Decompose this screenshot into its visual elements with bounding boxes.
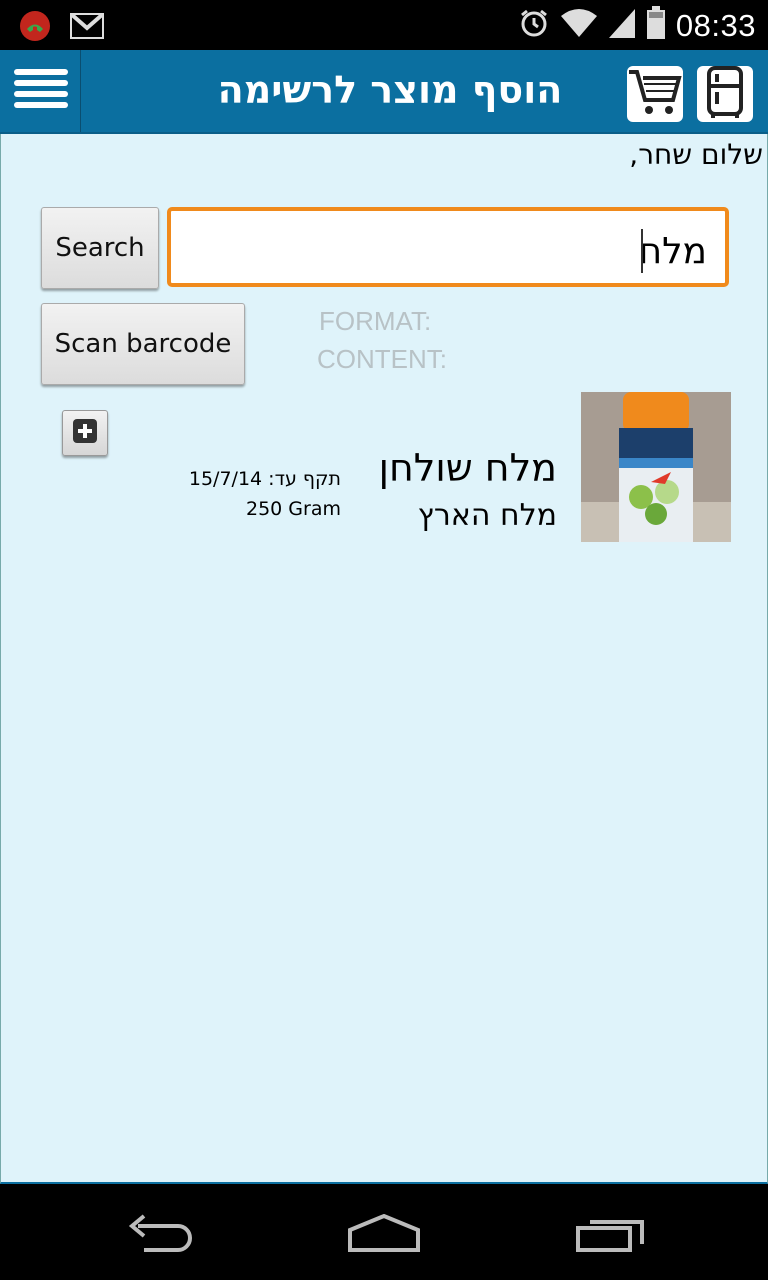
status-bar: 08:33 [0, 0, 768, 50]
wifi-icon [560, 8, 598, 43]
menu-button[interactable] [2, 50, 81, 132]
product-size: 250 Gram [246, 498, 341, 520]
fridge-button[interactable] [697, 64, 753, 125]
status-time: 08:33 [675, 7, 756, 43]
battery-icon [646, 6, 666, 45]
gmail-icon [69, 12, 105, 44]
content-area: שלום שחר, Search מלח Scan barcode FORMAT… [0, 134, 768, 1184]
product-expiry: תקף עד: 15/7/14 [188, 468, 341, 490]
shopping-cart-button[interactable] [627, 66, 683, 122]
search-input-value: מלח [638, 231, 707, 272]
add-product-button[interactable] [62, 410, 108, 456]
alarm-icon [518, 7, 550, 44]
home-icon[interactable] [346, 1213, 422, 1259]
fridge-icon [697, 64, 753, 125]
format-label: FORMAT: [319, 306, 432, 336]
search-button[interactable]: Search [41, 207, 159, 289]
search-input[interactable]: מלח [167, 207, 729, 287]
greeting-text: שלום שחר, [629, 138, 763, 171]
content-label: CONTENT: [317, 344, 447, 374]
text-caret [641, 229, 643, 273]
plus-icon [72, 418, 98, 449]
product-brand: מלח הארץ [417, 498, 557, 533]
recent-apps-icon[interactable] [574, 1214, 646, 1259]
app-bar: הוסף מוצר לרשימה [0, 50, 768, 134]
hamburger-menu-icon [14, 67, 68, 116]
product-name: מלח שולחן [378, 446, 557, 490]
product-image [581, 392, 731, 542]
signal-icon [608, 7, 636, 44]
back-icon[interactable] [126, 1214, 194, 1259]
missed-call-icon [18, 9, 52, 48]
shopping-cart-icon [627, 64, 683, 125]
page-title: הוסף מוצר לרשימה [217, 68, 563, 112]
scan-barcode-button[interactable]: Scan barcode [41, 303, 245, 385]
navigation-bar [0, 1184, 768, 1280]
